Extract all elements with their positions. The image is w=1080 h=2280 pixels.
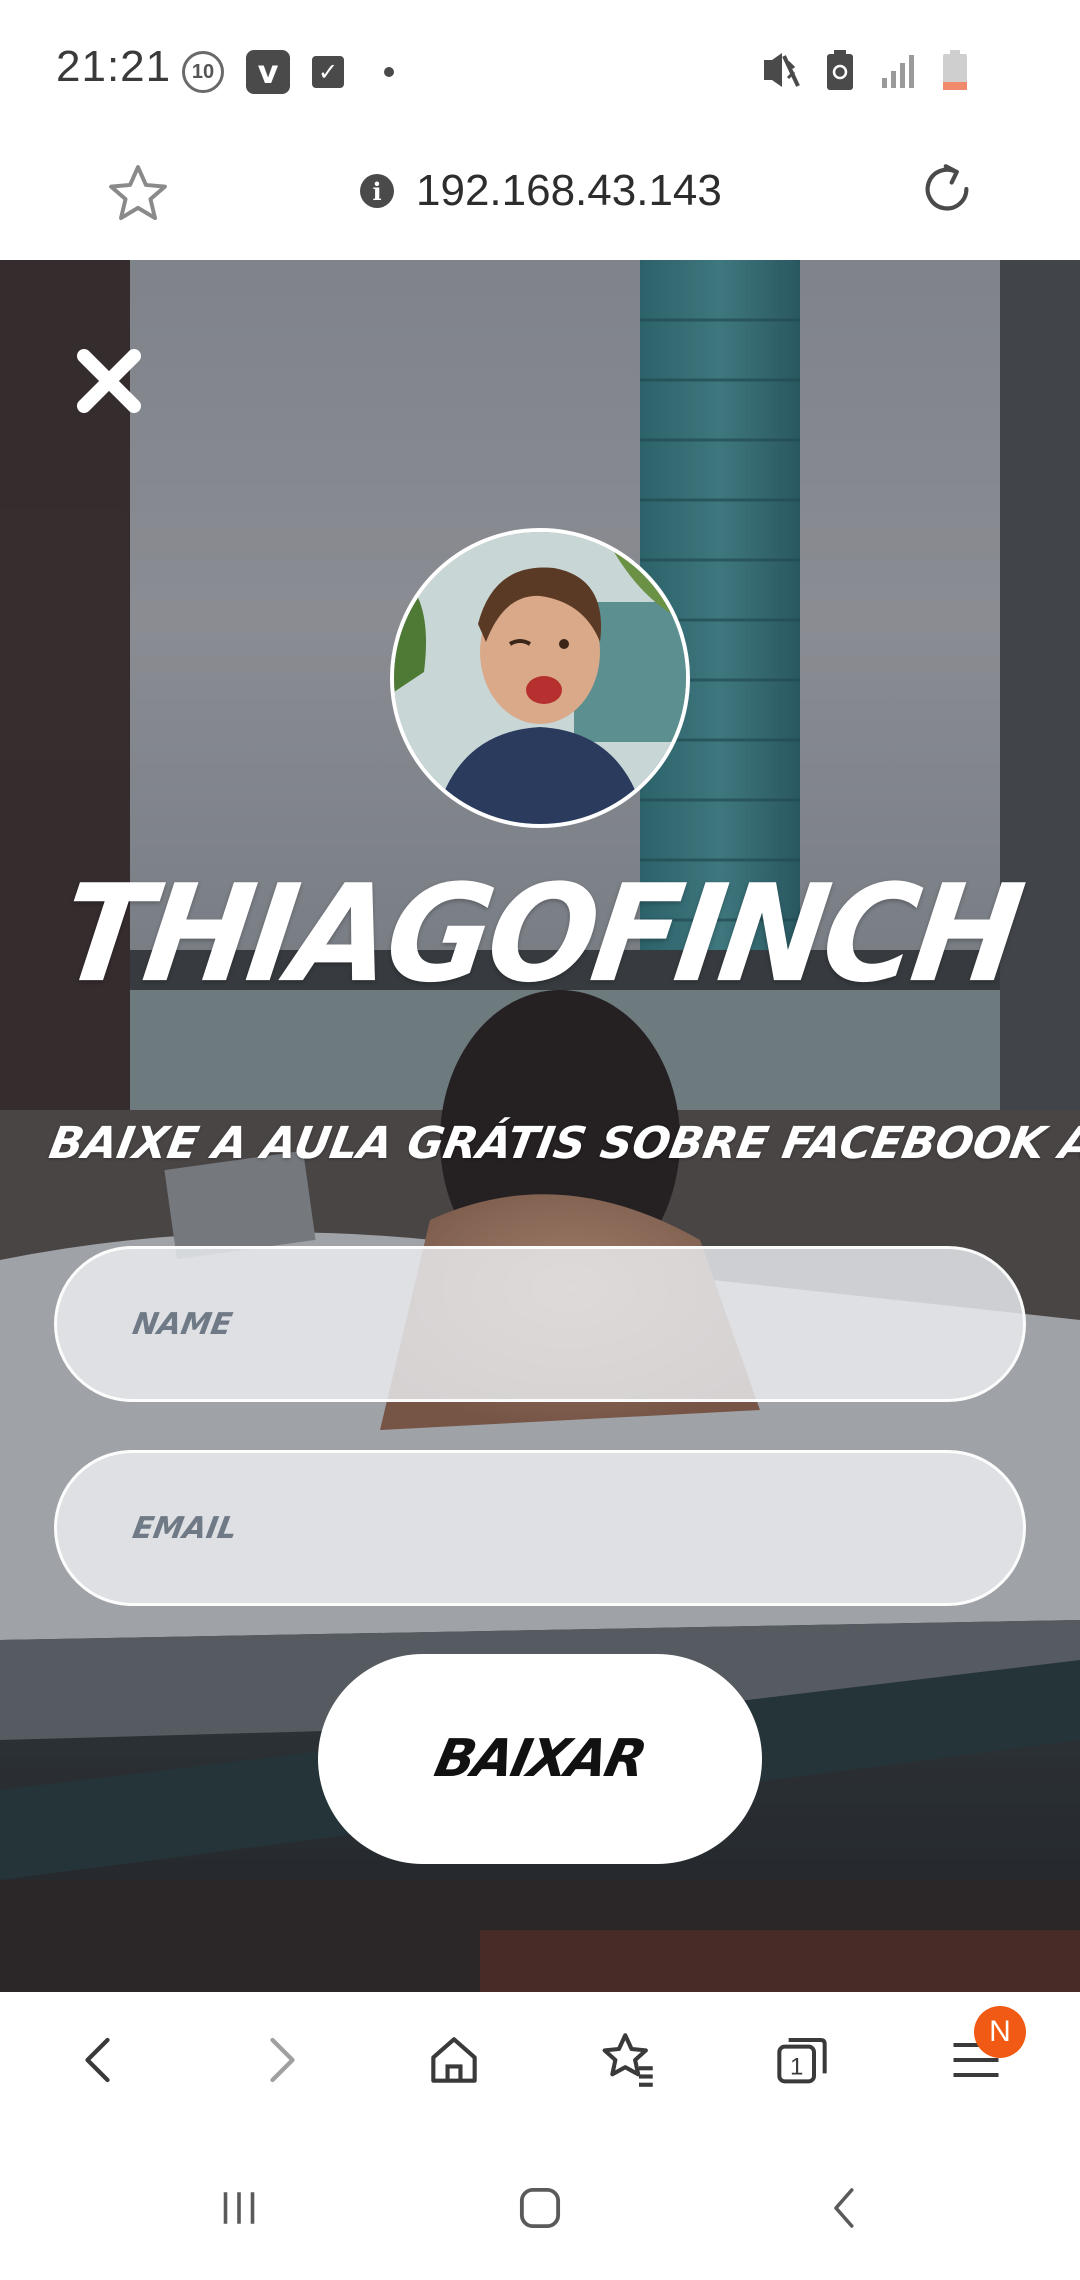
home-button[interactable] [414,2020,494,2100]
brand-title: THIAGOFINCH [51,856,1029,1013]
menu-notification-badge: N [974,2006,1026,2058]
close-button[interactable] [74,346,144,416]
avatar-photo [394,532,686,824]
battery-low-icon [943,50,967,90]
submit-button[interactable]: BAIXAR [318,1654,762,1864]
name-field[interactable]: NAME [54,1246,1026,1402]
reload-icon [925,164,969,211]
email-placeholder: EMAIL [129,1510,240,1546]
dot-icon [384,67,394,77]
bookmarks-button[interactable] [588,2020,668,2100]
forward-icon [270,2037,295,2083]
status-left-icons: 10 v ✓ [182,50,394,94]
status-time: 21:21 [56,42,172,91]
close-icon [77,349,141,413]
url-field[interactable]: i 192.168.43.143 [360,166,722,216]
url-text: 192.168.43.143 [416,166,722,215]
status-right-icons [760,50,968,90]
mute-vibrate-icon [764,53,800,87]
forward-button[interactable] [240,2020,320,2100]
recents-icon [223,2192,255,2224]
recents-button[interactable] [194,2168,284,2248]
back-icon [85,2037,110,2083]
bookmark-star-button[interactable] [104,160,172,233]
back-button[interactable] [60,2020,140,2100]
reload-button[interactable] [916,158,978,225]
status-bar: 21:21 10 v ✓ [0,0,1080,140]
home-icon [431,2037,477,2083]
system-home-button[interactable] [495,2168,585,2248]
web-content: THIAGOFINCH BAIXE A AULA GRÁTIS SOBRE FA… [0,260,1080,1992]
tabs-button[interactable]: 1 [762,2020,842,2100]
info-icon[interactable]: i [360,174,394,208]
subtitle: BAIXE A AULA GRÁTIS SOBRE FACEBOOK ADS. [45,1118,1080,1169]
system-back-button[interactable] [800,2168,890,2248]
check-icon: ✓ [312,56,344,88]
system-nav-bar [0,2134,1080,2280]
battery-saver-icon [827,50,853,90]
tabs-icon: 1 [777,2038,827,2084]
home-icon [519,2187,561,2229]
avatar [390,528,690,828]
bookmarks-icon [602,2033,653,2087]
address-bar: i 192.168.43.143 [0,140,1080,260]
email-field[interactable]: EMAIL [54,1450,1026,1606]
name-placeholder: NAME [129,1306,235,1342]
countdown-10-icon: 10 [182,51,224,93]
tabs-count: 1 [790,2054,803,2081]
vivaldi-icon: v [246,50,290,94]
browser-toolbar: 1 N [0,1992,1080,2134]
submit-label: BAIXAR [429,1729,651,1789]
star-icon [109,165,167,221]
back-icon [834,2188,854,2228]
signal-icon [882,55,914,88]
